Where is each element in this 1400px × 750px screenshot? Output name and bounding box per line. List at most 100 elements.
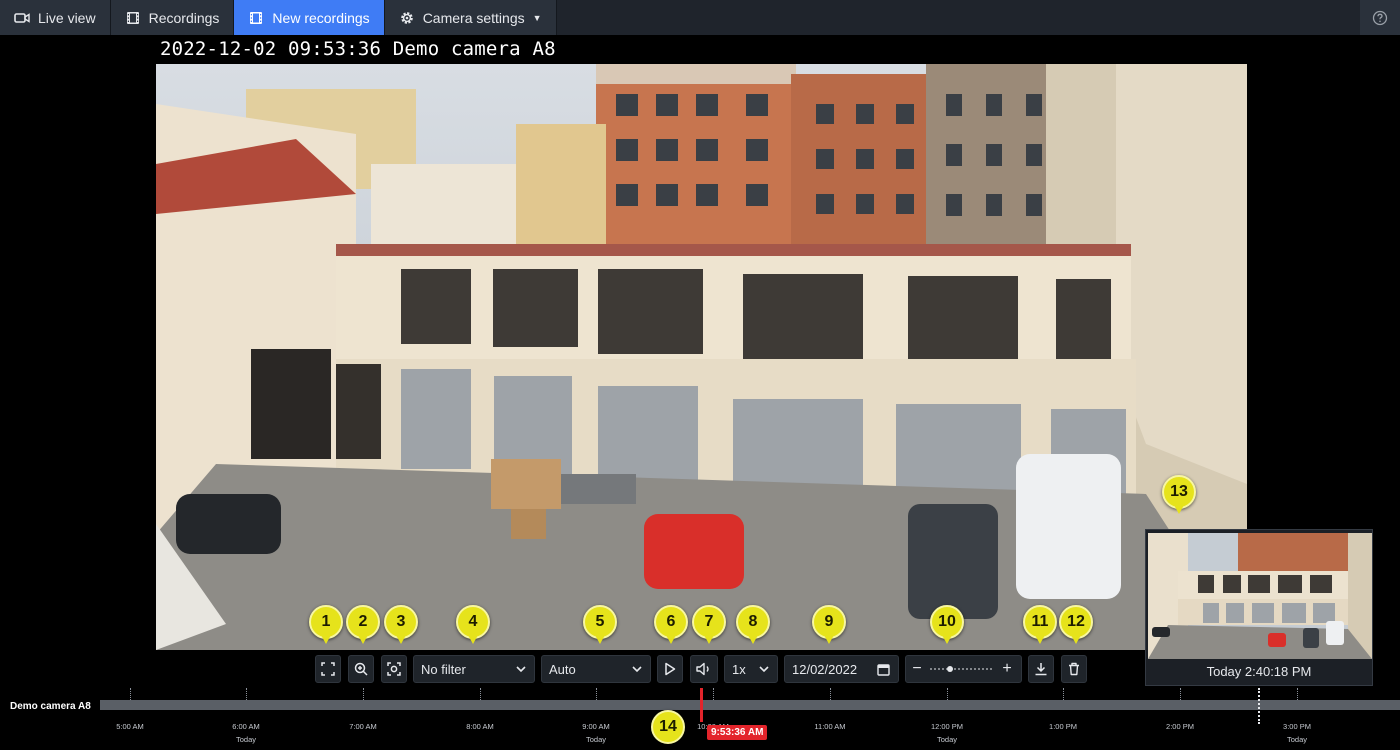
zoom-in-icon xyxy=(354,662,368,676)
play-button[interactable] xyxy=(657,655,683,683)
callout-marker-13: 13 xyxy=(1162,475,1196,515)
help-circle-icon xyxy=(1372,10,1388,25)
timeline-tick-label: 2:00 PM xyxy=(1166,722,1194,731)
film-icon xyxy=(248,10,264,26)
callout-number: 13 xyxy=(1162,475,1196,509)
tab-label: New recordings xyxy=(272,9,370,26)
callout-marker-5: 5 xyxy=(583,605,617,645)
date-picker[interactable]: 12/02/2022 xyxy=(784,655,899,683)
zoom-out-button[interactable]: − xyxy=(906,660,928,678)
preview-time: Today 2:40:18 PM xyxy=(1206,664,1312,679)
fullscreen-button[interactable] xyxy=(315,655,341,683)
camera-frame-image xyxy=(156,64,1247,650)
timeline-tick xyxy=(1180,688,1181,700)
quality-value: Auto xyxy=(549,661,576,677)
timeline-track[interactable] xyxy=(100,700,1400,710)
callout-number: 14 xyxy=(651,710,685,744)
playhead-time-badge: 9:53:36 AM xyxy=(707,725,768,740)
callout-marker-14: 14 xyxy=(651,710,685,750)
timeline-tick-sublabel: Today xyxy=(235,735,256,744)
timeline-tick-label: 12:00 PM xyxy=(930,722,964,731)
audio-button[interactable] xyxy=(690,655,718,683)
fullscreen-icon xyxy=(321,662,335,676)
callout-number: 7 xyxy=(692,605,726,639)
callout-number: 9 xyxy=(812,605,846,639)
snapshot-icon xyxy=(387,662,401,676)
callout-number: 8 xyxy=(736,605,770,639)
zoom-button[interactable] xyxy=(348,655,374,683)
timeline-tick xyxy=(830,688,831,700)
timeline-tick-label: 9:00 AM xyxy=(582,722,610,731)
snapshot-button[interactable] xyxy=(381,655,407,683)
chevron-down-icon xyxy=(759,666,769,673)
timeline-tick-label: 7:00 AM xyxy=(349,722,377,731)
download-icon xyxy=(1035,663,1047,676)
timeline-tick-label: 11:00 AM xyxy=(814,722,846,731)
timeline-tick-label: 1:00 PM xyxy=(1049,722,1077,731)
timeline-tick xyxy=(363,688,364,700)
timeline-tick-sublabel: Today xyxy=(585,735,606,744)
timeline-tick xyxy=(1297,688,1298,700)
timeline-tick xyxy=(947,688,948,700)
callout-number: 4 xyxy=(456,605,490,639)
timeline-tick xyxy=(130,688,131,700)
callout-number: 6 xyxy=(654,605,688,639)
callout-number: 2 xyxy=(346,605,380,639)
camera-timestamp-title: 2022-12-02 09:53:36 Demo camera A8 xyxy=(160,38,556,60)
timeline-tick xyxy=(713,688,714,700)
timeline-zoom-control[interactable]: − + xyxy=(905,655,1022,683)
speed-value: 1x xyxy=(732,661,746,677)
callout-number: 5 xyxy=(583,605,617,639)
tab-recordings[interactable]: Recordings xyxy=(110,0,235,35)
caret-down-icon: ▼ xyxy=(532,12,542,23)
tab-label: Recordings xyxy=(148,9,220,26)
timeline-tick xyxy=(246,688,247,700)
chevron-down-icon xyxy=(516,666,526,673)
timeline-tick-label: 6:00 AM xyxy=(232,722,260,731)
timeline-camera-label: Demo camera A8 xyxy=(10,701,91,712)
delete-button[interactable] xyxy=(1061,655,1087,683)
video-player[interactable] xyxy=(156,64,1247,650)
chevron-down-icon xyxy=(632,666,642,673)
callout-marker-2: 2 xyxy=(346,605,380,645)
tab-camera-settings[interactable]: Camera settings ▼ xyxy=(384,0,557,35)
play-icon xyxy=(665,662,676,676)
callout-number: 11 xyxy=(1023,605,1057,639)
trash-icon xyxy=(1069,662,1079,676)
timeline-tick-label: 3:00 PM xyxy=(1283,722,1311,731)
callout-number: 3 xyxy=(384,605,418,639)
gear-icon xyxy=(399,10,415,26)
callout-marker-4: 4 xyxy=(456,605,490,645)
film-icon xyxy=(125,10,141,26)
download-button[interactable] xyxy=(1028,655,1054,683)
video-camera-icon xyxy=(14,10,30,26)
filter-value: No filter xyxy=(421,661,466,677)
zoom-slider[interactable] xyxy=(928,664,996,674)
calendar-icon xyxy=(877,663,890,676)
callout-marker-9: 9 xyxy=(812,605,846,645)
tab-label: Live view xyxy=(38,9,96,26)
callout-marker-7: 7 xyxy=(692,605,726,645)
callout-marker-12: 12 xyxy=(1059,605,1093,645)
callout-marker-11: 11 xyxy=(1023,605,1057,645)
callout-number: 1 xyxy=(309,605,343,639)
timeline-now-indicator xyxy=(1258,688,1260,724)
timeline-playhead[interactable] xyxy=(700,688,703,722)
date-value: 12/02/2022 xyxy=(792,661,858,677)
callout-marker-3: 3 xyxy=(384,605,418,645)
tab-live-view[interactable]: Live view xyxy=(0,0,111,35)
tab-label: Camera settings xyxy=(422,9,525,26)
callout-marker-1: 1 xyxy=(309,605,343,645)
speed-select[interactable]: 1x xyxy=(724,655,778,683)
tab-new-recordings[interactable]: New recordings xyxy=(234,0,385,35)
help-button[interactable] xyxy=(1360,0,1400,35)
filter-select[interactable]: No filter xyxy=(413,655,535,683)
quality-select[interactable]: Auto xyxy=(541,655,651,683)
callout-number: 10 xyxy=(930,605,964,639)
top-navigation: Live view Recordings New recordings Came… xyxy=(0,0,1400,35)
callout-marker-8: 8 xyxy=(736,605,770,645)
zoom-in-button[interactable]: + xyxy=(996,660,1018,678)
callout-marker-6: 6 xyxy=(654,605,688,645)
timeline-tick-sublabel: Today xyxy=(936,735,957,744)
timeline-tick-label: 5:00 AM xyxy=(116,722,144,731)
